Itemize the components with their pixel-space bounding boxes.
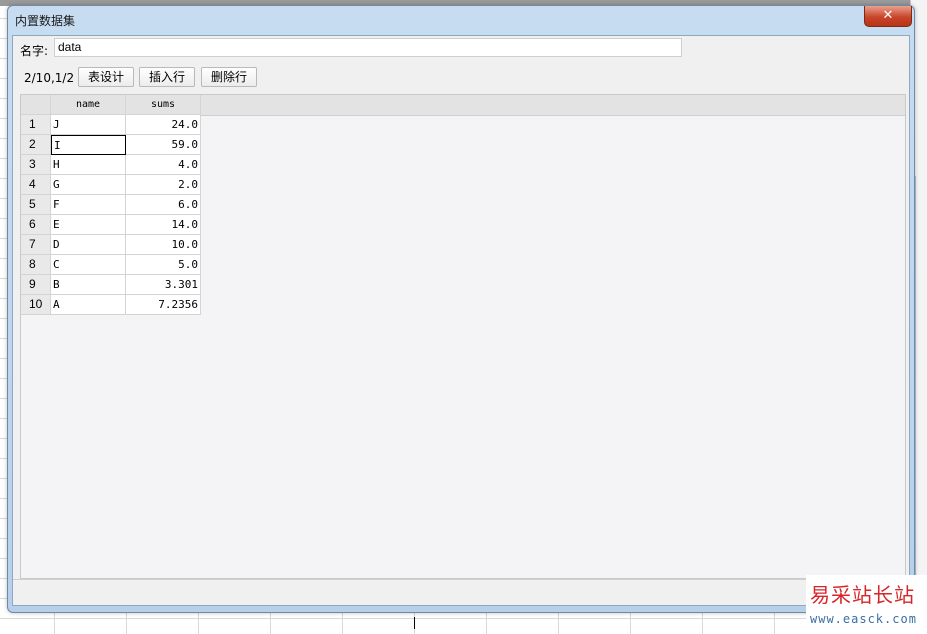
dialog-body: 名字: data 2/10,1/2 表设计 插入行 删除行 name sums … (12, 35, 910, 606)
corner-header[interactable] (21, 95, 51, 115)
row-number[interactable]: 9 (21, 275, 51, 295)
cell-name[interactable]: E (51, 215, 126, 235)
insert-row-button[interactable]: 插入行 (139, 67, 195, 87)
column-header-name[interactable]: name (51, 95, 126, 115)
row-number[interactable]: 4 (21, 175, 51, 195)
row-number[interactable]: 2 (21, 135, 51, 155)
cell-sums[interactable]: 6.0 (126, 195, 201, 215)
name-label: 名字: (20, 44, 49, 58)
cell-sums[interactable]: 3.301 (126, 275, 201, 295)
column-header-sums[interactable]: sums (126, 95, 201, 115)
dialog-title: 内置数据集 (15, 14, 76, 28)
divider (13, 579, 909, 580)
cell-name[interactable]: B (51, 275, 126, 295)
row-number[interactable]: 7 (21, 235, 51, 255)
text-cursor (414, 617, 415, 629)
row-number[interactable]: 3 (21, 155, 51, 175)
table-design-button[interactable]: 表设计 (78, 67, 134, 87)
builtin-dataset-dialog: 内置数据集 ✕ 名字: data 2/10,1/2 表设计 插入行 删除行 na… (7, 5, 915, 613)
watermark-text-en: www.easck.com (810, 612, 917, 626)
cell-name[interactable]: D (51, 235, 126, 255)
cell-name[interactable]: J (51, 115, 126, 135)
cell-sums[interactable]: 5.0 (126, 255, 201, 275)
cell-sums[interactable]: 7.2356 (126, 295, 201, 315)
close-icon: ✕ (882, 8, 894, 23)
page-indicator: 2/10,1/2 (24, 71, 75, 85)
cell-name[interactable]: I (51, 135, 126, 155)
delete-row-button[interactable]: 删除行 (201, 67, 257, 87)
dataset-name-input[interactable]: data (54, 38, 682, 57)
row-number[interactable]: 10 (21, 295, 51, 315)
watermark-text-cn: 易采站长站 (810, 583, 915, 607)
cell-name[interactable]: G (51, 175, 126, 195)
cell-name[interactable]: C (51, 255, 126, 275)
cell-sums[interactable]: 24.0 (126, 115, 201, 135)
cell-name[interactable]: F (51, 195, 126, 215)
row-number[interactable]: 5 (21, 195, 51, 215)
row-number[interactable]: 8 (21, 255, 51, 275)
cell-sums[interactable]: 14.0 (126, 215, 201, 235)
row-number[interactable]: 6 (21, 215, 51, 235)
cell-sums[interactable]: 4.0 (126, 155, 201, 175)
cell-name[interactable]: A (51, 295, 126, 315)
cell-sums[interactable]: 59.0 (126, 135, 201, 155)
cell-name[interactable]: H (51, 155, 126, 175)
data-grid: name sums 1 J 24.0 2 I 59.0 3 H 4.0 4 G 2.0 5 F 6.0 6 E 1… (20, 94, 906, 579)
close-button[interactable]: ✕ (864, 6, 912, 27)
watermark-logo: 易采站长站 www.easck.com (806, 575, 927, 634)
cell-sums[interactable]: 2.0 (126, 175, 201, 195)
cell-sums[interactable]: 10.0 (126, 235, 201, 255)
row-number[interactable]: 1 (21, 115, 51, 135)
